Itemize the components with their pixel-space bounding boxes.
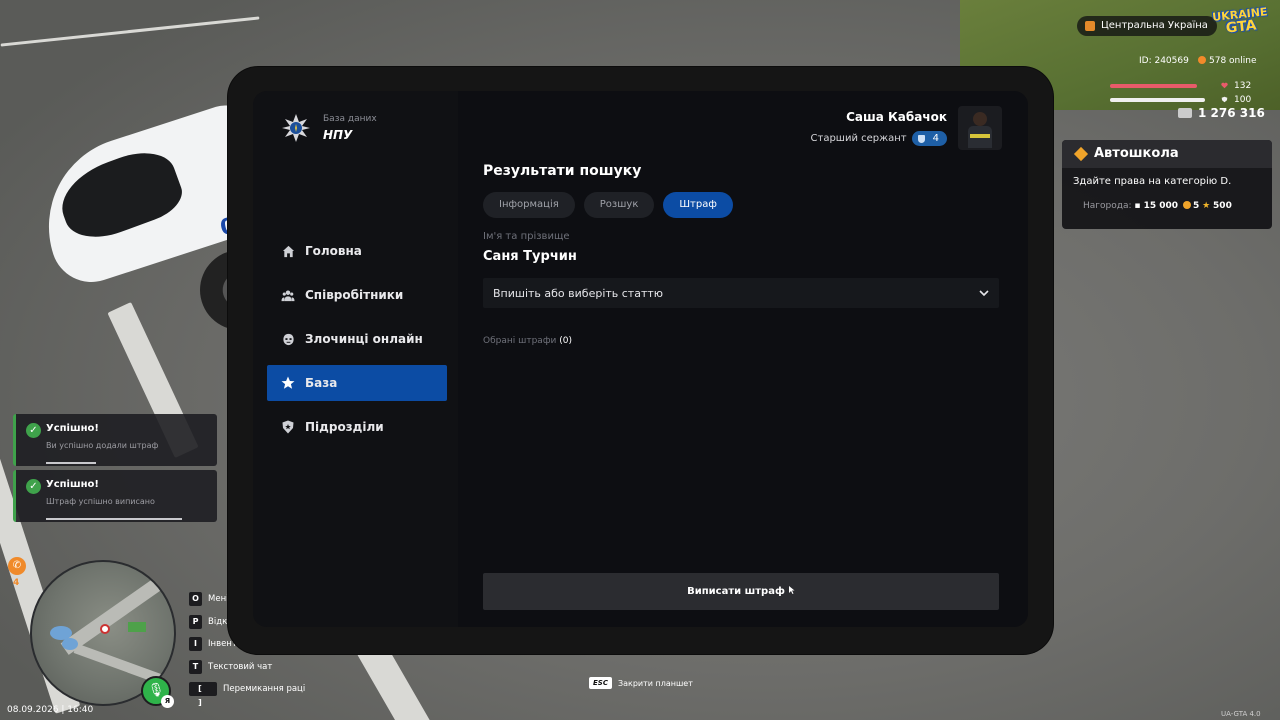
tablet: База даних НПУ Головна Співробітники Зло… bbox=[228, 67, 1053, 654]
shield-icon bbox=[281, 420, 295, 434]
police-badge-icon bbox=[282, 114, 310, 142]
tab-wanted[interactable]: Розшук bbox=[583, 192, 655, 218]
main-panel: Саша Кабачок Старший сержант 4 Результат… bbox=[458, 91, 1028, 627]
notification-timer bbox=[46, 518, 182, 520]
tablet-screen: База даних НПУ Головна Співробітники Зло… bbox=[253, 91, 1028, 627]
cursor-icon bbox=[788, 586, 795, 594]
sidebar-item-label: База bbox=[305, 376, 338, 390]
article-select-placeholder: Впишіть або виберіть статтю bbox=[493, 286, 664, 300]
sidebar-item-units[interactable]: Підрозділи bbox=[267, 409, 447, 445]
notification-timer bbox=[46, 462, 96, 464]
sidebar-item-employees[interactable]: Співробітники bbox=[267, 277, 447, 313]
people-icon bbox=[281, 288, 295, 302]
quest-title: Автошкола bbox=[1094, 146, 1179, 161]
tab-bar: Інформація Розшук Штраф bbox=[483, 192, 1005, 218]
keybind-row: T Текстовий чат bbox=[189, 656, 305, 679]
user-card: Саша Кабачок Старший сержант 4 bbox=[811, 106, 1002, 150]
esc-key: ESC bbox=[589, 677, 612, 689]
version-label: UA-GTA 4.0 bbox=[1221, 710, 1261, 718]
check-icon: ✓ bbox=[26, 423, 41, 438]
person-name: Саня Турчин bbox=[483, 249, 577, 264]
chosen-fines: Обрані штрафи (0) bbox=[483, 336, 572, 346]
armor-value: 100 bbox=[1234, 95, 1252, 105]
coin-icon bbox=[1182, 201, 1191, 209]
brand: База даних НПУ bbox=[281, 113, 377, 143]
sidebar-item-label: Підрозділи bbox=[305, 420, 384, 434]
sidebar-item-database[interactable]: База bbox=[267, 365, 447, 401]
home-icon bbox=[281, 244, 295, 258]
game-logo: UKRAINE GTA bbox=[1211, 5, 1269, 37]
rank-shield-icon bbox=[917, 134, 925, 143]
brand-subtitle: База даних bbox=[323, 114, 377, 124]
star-reward-icon: ★ bbox=[1202, 201, 1211, 211]
datetime: 08.09.2026 | 16:40 bbox=[7, 705, 94, 715]
user-name: Саша Кабачок bbox=[846, 110, 947, 124]
sidebar-item-label: Злочинці онлайн bbox=[305, 332, 423, 346]
check-icon: ✓ bbox=[26, 479, 41, 494]
sidebar-item-criminals[interactable]: Злочинці онлайн bbox=[267, 321, 447, 357]
sidebar-item-home[interactable]: Головна bbox=[267, 233, 447, 269]
quest-reward: Нагорода: ▪ 15 000 5 ★ 500 bbox=[1083, 201, 1232, 211]
voice-key: Я bbox=[161, 695, 174, 708]
mask-icon bbox=[281, 332, 295, 346]
player-marker-icon bbox=[100, 624, 110, 634]
quest-marker-icon bbox=[1073, 146, 1089, 162]
armor-bar bbox=[1110, 98, 1205, 102]
name-label: Ім'я та прізвище bbox=[483, 231, 570, 242]
sidebar: База даних НПУ Головна Співробітники Зло… bbox=[253, 91, 458, 627]
notification: ✓ Успішно! Ви успішно додали штраф bbox=[13, 414, 217, 466]
star-icon bbox=[281, 376, 295, 390]
ping-count: 4 bbox=[13, 578, 20, 588]
heart-icon bbox=[1221, 82, 1228, 89]
page-title: Результати пошуку bbox=[483, 163, 642, 179]
money-display: 1 276 316 bbox=[1178, 106, 1265, 120]
brand-title: НПУ bbox=[323, 128, 353, 142]
region-badge: Центральна Україна bbox=[1077, 16, 1217, 36]
road-marking bbox=[0, 16, 260, 47]
sidebar-item-label: Співробітники bbox=[305, 288, 404, 302]
quest-description: Здайте права на категорію D. bbox=[1073, 176, 1232, 187]
region-label: Центральна Україна bbox=[1101, 20, 1208, 31]
avatar bbox=[958, 106, 1002, 150]
region-icon bbox=[1085, 21, 1095, 31]
sidebar-nav: Головна Співробітники Злочинці онлайн Ба… bbox=[267, 233, 447, 453]
shield-armor-icon bbox=[1221, 96, 1228, 103]
phone-icon[interactable]: ✆ bbox=[8, 557, 26, 575]
tab-fine[interactable]: Штраф bbox=[663, 192, 733, 218]
player-id: ID: 240569 bbox=[1139, 56, 1189, 66]
article-select[interactable]: Впишіть або виберіть статтю bbox=[483, 278, 999, 308]
quest-panel[interactable]: Автошкола Здайте права на категорію D. Н… bbox=[1062, 140, 1272, 229]
online-icon bbox=[1198, 56, 1206, 64]
chevron-down-icon[interactable] bbox=[969, 278, 999, 308]
online-count: 578 online bbox=[1198, 56, 1257, 66]
cash-icon bbox=[1178, 108, 1192, 118]
health-value: 132 bbox=[1234, 81, 1252, 91]
issue-fine-button[interactable]: Виписати штраф bbox=[483, 573, 999, 610]
notification: ✓ Успішно! Штраф успішно виписано bbox=[13, 470, 217, 522]
close-hint: ESC Закрити планшет bbox=[589, 677, 693, 689]
user-rank: Старший сержант 4 bbox=[811, 131, 947, 146]
rank-badge: 4 bbox=[911, 131, 947, 146]
health-bar bbox=[1110, 84, 1197, 88]
keybind-row: [ ] Перемикання раці bbox=[189, 678, 305, 707]
tab-information[interactable]: Інформація bbox=[483, 192, 575, 218]
sidebar-item-label: Головна bbox=[305, 244, 362, 258]
